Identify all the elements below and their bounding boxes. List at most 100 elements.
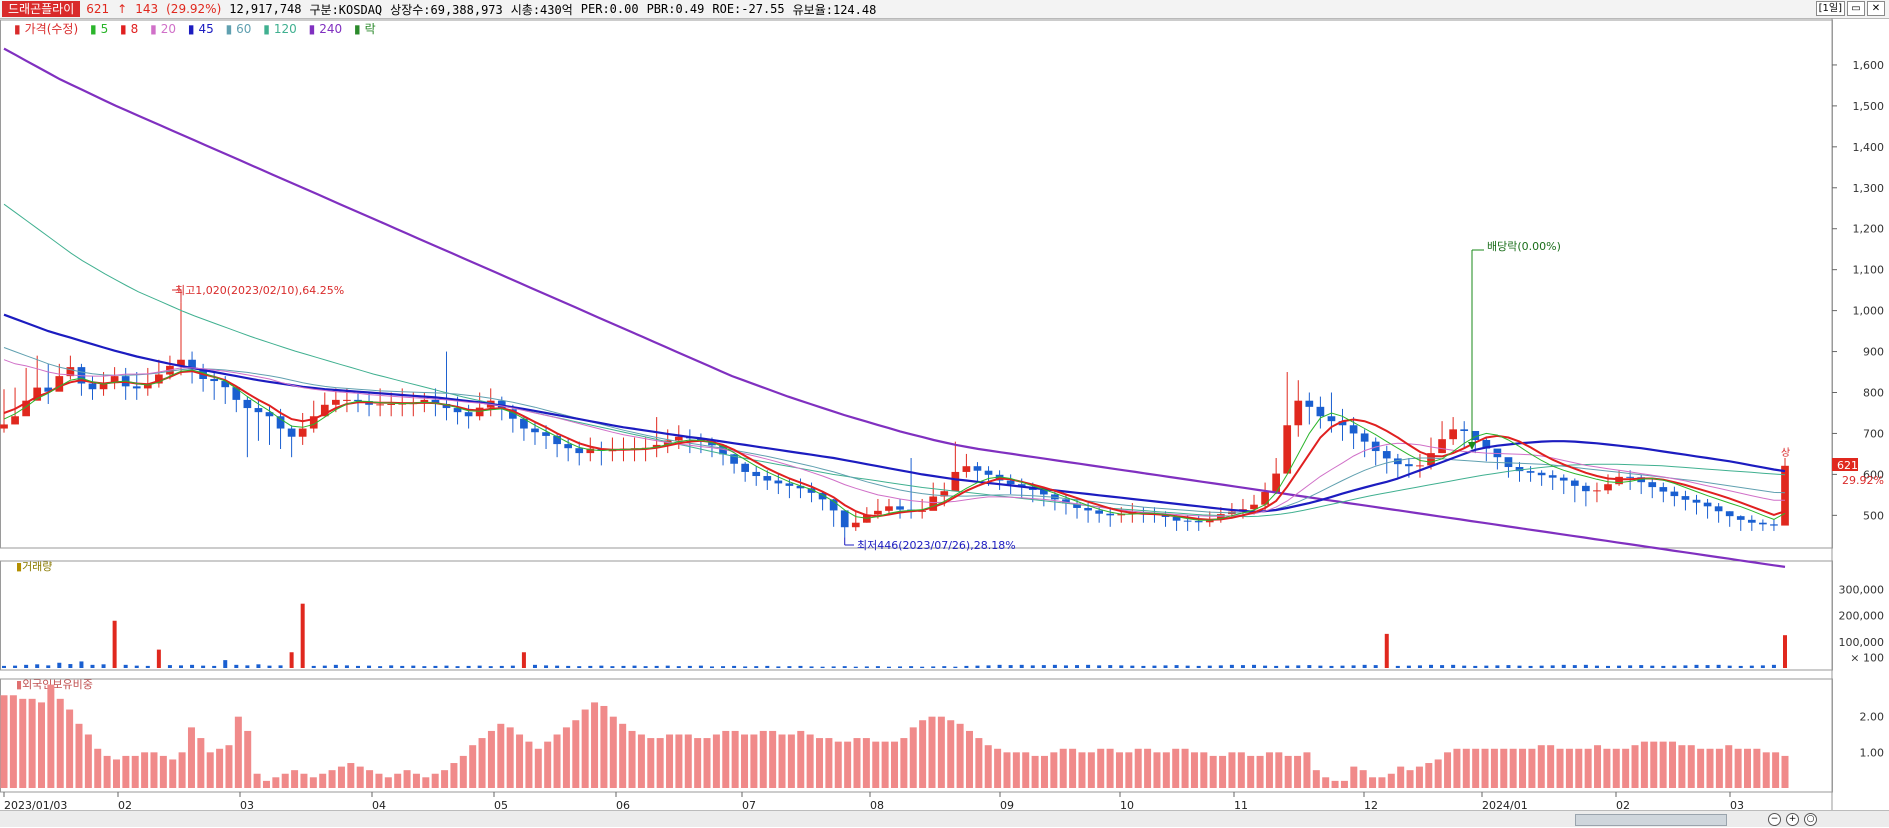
- foreign-ratio-bar: [403, 770, 411, 788]
- foreign-ratio-bar: [581, 709, 589, 788]
- per-value: PER:0.00: [580, 2, 639, 16]
- foreign-ratio-bar: [1181, 748, 1189, 788]
- foreign-ratio-bar: [900, 738, 908, 788]
- candle-body: [1194, 521, 1203, 523]
- volume-bar: [167, 665, 172, 668]
- foreign-ratio-bar: [1659, 741, 1667, 788]
- candle-body: [674, 436, 683, 441]
- volume-bar: [743, 666, 748, 668]
- foreign-ratio-bar: [319, 773, 327, 788]
- volume-bar: [643, 666, 648, 668]
- candle-body: [1703, 502, 1712, 507]
- volume-bar: [1783, 635, 1787, 668]
- volume-bar: [1152, 665, 1157, 668]
- volume-bar: [975, 665, 980, 668]
- volume-bar: [1008, 665, 1013, 668]
- change-arrow-icon: ↑: [117, 2, 128, 16]
- zoom-out-icon[interactable]: −: [1768, 813, 1781, 826]
- volume-bar: [1639, 665, 1644, 668]
- volume-bar: [1030, 665, 1035, 668]
- volume-bar: [754, 666, 759, 668]
- foreign-ratio-bar: [1697, 748, 1705, 788]
- candle-body: [55, 376, 64, 392]
- foreign-ratio-bar: [375, 773, 383, 788]
- foreign-ratio-bar: [9, 695, 17, 788]
- volume-bar: [333, 664, 338, 668]
- candle-body: [1460, 429, 1469, 431]
- period-button[interactable]: [1일]: [1815, 1, 1845, 16]
- foreign-ratio-bar: [441, 770, 449, 788]
- foreign-ratio-bar: [272, 777, 280, 788]
- foreign-ratio-bar: [637, 734, 645, 788]
- foreign-ratio-bar: [675, 734, 683, 788]
- close-icon[interactable]: ✕: [1867, 1, 1885, 16]
- foreign-ratio-bar: [347, 763, 355, 788]
- foreign-ratio-bar: [469, 745, 477, 788]
- volume-bar: [13, 665, 18, 668]
- stock-name-badge[interactable]: 드래곤플라이: [2, 1, 81, 17]
- foreign-ratio-bar: [1472, 748, 1480, 788]
- volume-bar: [156, 649, 161, 668]
- volume-bar: [1738, 665, 1743, 668]
- volume-bar: [621, 665, 626, 668]
- volume-bar: [433, 665, 438, 668]
- volume-bar: [1052, 664, 1057, 668]
- foreign-ratio-bar: [412, 773, 420, 788]
- candle-body: [874, 510, 882, 515]
- volume-bar: [1318, 665, 1323, 668]
- y-tick-label: 1,600: [1853, 59, 1885, 72]
- foreign-ratio-bar: [909, 727, 917, 788]
- y-tick-label: 900: [1863, 346, 1884, 359]
- volume-bar: [355, 665, 360, 668]
- foreign-ratio-bar: [703, 738, 711, 788]
- foreign-ratio-bar: [1519, 748, 1527, 788]
- candle-body: [1736, 516, 1745, 520]
- foreign-ratio-bar: [806, 734, 814, 788]
- candle-body: [132, 386, 141, 389]
- zoom-reset-icon[interactable]: ○: [1804, 813, 1817, 826]
- minimize-icon[interactable]: ▭: [1847, 1, 1865, 16]
- volume-bar: [1329, 665, 1334, 668]
- volume-y-tick: × 100: [1850, 652, 1884, 665]
- foreign-ratio-bar: [1144, 748, 1152, 788]
- volume-bar: [997, 664, 1002, 668]
- volume-bar: [1650, 665, 1655, 668]
- foreign-ratio-bar: [1406, 770, 1414, 788]
- foreign-ratio-bar: [37, 702, 45, 788]
- candle-body: [1725, 511, 1734, 517]
- foreign-ratio-bar: [1500, 748, 1508, 788]
- volume-bar: [555, 665, 560, 668]
- volume-bar: [1218, 665, 1223, 668]
- foreign-ratio-bar: [825, 738, 833, 788]
- candle-body: [1106, 513, 1115, 516]
- foreign-ratio-bar: [1481, 748, 1489, 788]
- price-chart-svg[interactable]: 1,600 1,500 1,400 1,300 1,200 1,100 1,000 900 80…: [0, 18, 1889, 828]
- horizontal-scrollbar[interactable]: [1575, 814, 1727, 826]
- low-annotation: 최저446(2023/07/26),28.18%: [857, 539, 1016, 552]
- foreign-ratio-bar: [178, 752, 186, 788]
- volume-bar: [145, 665, 150, 668]
- foreign-ratio-bar: [66, 709, 74, 788]
- foreign-ratio-bar: [1012, 752, 1020, 788]
- y-tick-label: 1,300: [1853, 182, 1885, 195]
- candle-body: [287, 428, 296, 437]
- zoom-in-icon[interactable]: +: [1786, 813, 1799, 826]
- volume-bar: [1517, 665, 1522, 668]
- volume-bar: [112, 620, 117, 668]
- foreign-ratio-bar: [712, 734, 720, 788]
- foreign-ratio-bar: [516, 734, 524, 788]
- foreign-ratio-bar: [1228, 752, 1236, 788]
- candle-body: [1405, 464, 1413, 467]
- volume-bar: [953, 666, 958, 668]
- candle-body: [475, 407, 484, 417]
- foreign-ratio-bar: [750, 734, 758, 788]
- candle-body: [1272, 473, 1280, 492]
- foreign-ratio-bar: [778, 734, 786, 788]
- foreign-ratio-bar: [1275, 752, 1283, 788]
- volume-bar: [46, 665, 51, 668]
- foreign-ratio-bar: [1003, 752, 1011, 788]
- volume-bar: [1583, 664, 1588, 668]
- candle-body: [1526, 471, 1535, 473]
- volume-bar: [1395, 665, 1400, 668]
- foreign-ratio-bar: [422, 777, 430, 788]
